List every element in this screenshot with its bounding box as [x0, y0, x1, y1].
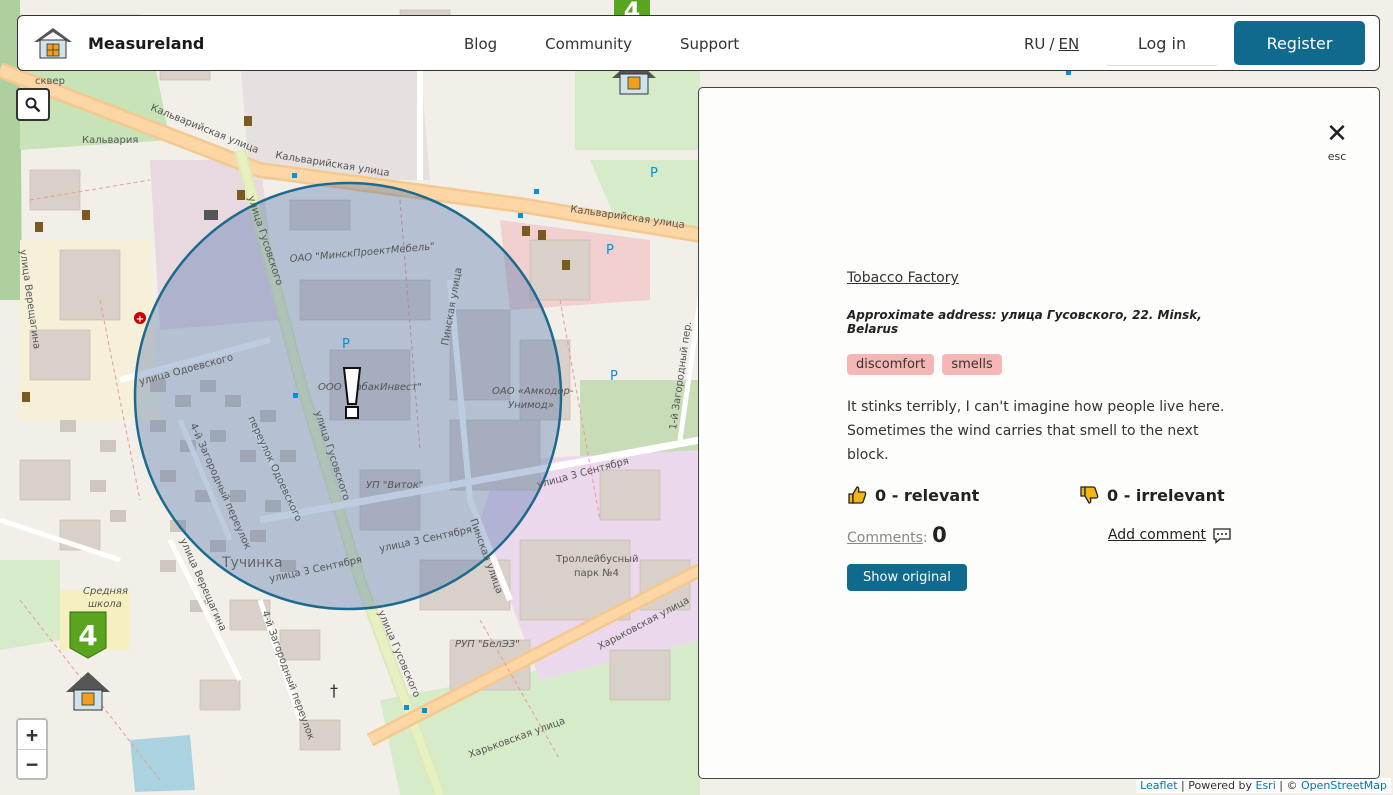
parking-icon: P [650, 166, 658, 181]
water-area [130, 735, 195, 792]
poi-label: ОАО «Амкодор- [492, 386, 574, 397]
search-icon [25, 97, 41, 112]
poi-label: УП "Виток" [366, 480, 423, 491]
lang-separator: / [1049, 35, 1055, 53]
comments-link[interactable]: Comments [847, 530, 923, 546]
report-details-panel: ✕ esc Tobacco Factory Approximate addres… [698, 87, 1380, 779]
zoom-control: + − [16, 718, 48, 780]
comments-row: Comments: 0 Add comment [847, 523, 1232, 547]
svg-text:+: + [136, 314, 144, 325]
logo[interactable]: Measureland [32, 26, 204, 60]
poi-label: Унимод» [508, 400, 554, 411]
close-icon: ✕ [1326, 119, 1348, 149]
comments-count: 0 [932, 523, 947, 547]
vote-irrelevant-button[interactable]: 0 - irrelevant [1079, 485, 1232, 505]
cross-icon: † [330, 681, 338, 700]
poi-label: ООО "ТабакИнвест" [318, 381, 422, 393]
report-content: Tobacco Factory Approximate address: ули… [847, 270, 1232, 591]
comments-summary: Comments: 0 [847, 523, 947, 547]
parking-icon: P [610, 369, 618, 384]
district-label: Тучинка [221, 555, 282, 571]
map-search-button[interactable] [16, 88, 50, 121]
parking-icon: P [342, 337, 350, 352]
nav-support[interactable]: Support [680, 35, 739, 53]
close-hint: esc [1327, 150, 1347, 163]
tag-list: discomfort smells [847, 354, 1232, 375]
zoom-out-button[interactable]: − [18, 749, 46, 778]
map-attribution: Leaflet | Powered by Esri | © OpenStreet… [1136, 778, 1391, 793]
irrelevant-count: 0 - irrelevant [1107, 485, 1225, 505]
nav-community[interactable]: Community [545, 35, 632, 53]
park-area [0, 560, 60, 650]
poi-label: парк №4 [574, 568, 619, 579]
add-comment-button[interactable]: Add comment [1108, 527, 1232, 544]
zoom-in-button[interactable]: + [18, 720, 46, 749]
poi-label: Средняя [83, 586, 128, 597]
top-navbar: Measureland Blog Community Support RU / … [17, 15, 1380, 71]
esri-link[interactable]: Esri [1256, 779, 1276, 792]
logo-house-icon [34, 28, 72, 59]
poi-label: школа [88, 599, 122, 610]
report-marker-icon[interactable] [342, 367, 362, 419]
lang-en[interactable]: EN [1058, 35, 1079, 53]
nav-blog[interactable]: Blog [464, 35, 497, 53]
tag: discomfort [847, 354, 935, 375]
parking-icon: P [606, 243, 614, 258]
osm-link[interactable]: OpenStreetMap [1301, 779, 1387, 792]
museum-icon [204, 210, 218, 220]
lang-ru[interactable]: RU [1024, 35, 1045, 53]
leaflet-link[interactable]: Leaflet [1140, 779, 1177, 792]
tag: smells [942, 354, 1002, 375]
show-original-button[interactable]: Show original [847, 564, 967, 591]
thumbs-down-icon [1080, 486, 1099, 504]
votes-row: 0 - relevant 0 - irrelevant [847, 485, 1232, 505]
address: Approximate address: улица Гусовского, 2… [847, 308, 1202, 336]
poi-label: Троллейбусный [555, 554, 639, 565]
svg-text:4: 4 [78, 619, 97, 652]
register-button[interactable]: Register [1234, 21, 1365, 65]
thumbs-up-icon [848, 486, 867, 504]
poi-label: РУП "БелЭЗ" [455, 639, 520, 650]
vote-relevant-button[interactable]: 0 - relevant [847, 485, 979, 505]
place-link[interactable]: Tobacco Factory [847, 270, 1232, 286]
comments-colon: : [922, 530, 928, 546]
report-description: It stinks terribly, I can't imagine how … [847, 399, 1225, 463]
add-comment-label: Add comment [1107, 527, 1206, 543]
relevant-count: 0 - relevant [875, 485, 980, 505]
poi-label: сквер [35, 76, 65, 87]
login-button[interactable]: Log in [1105, 22, 1219, 66]
cluster-marker-icon[interactable]: 4 [69, 611, 107, 659]
language-switcher: RU / EN [1024, 16, 1079, 72]
close-button[interactable]: ✕ esc [1325, 119, 1349, 163]
poi-label: Кальвария [82, 135, 138, 146]
attribution-text: | © [1279, 779, 1298, 792]
main-nav: Blog Community Support [464, 16, 739, 72]
attribution-text: | Powered by [1181, 779, 1252, 792]
brand-name: Measureland [88, 33, 205, 53]
comment-icon [1213, 527, 1231, 544]
